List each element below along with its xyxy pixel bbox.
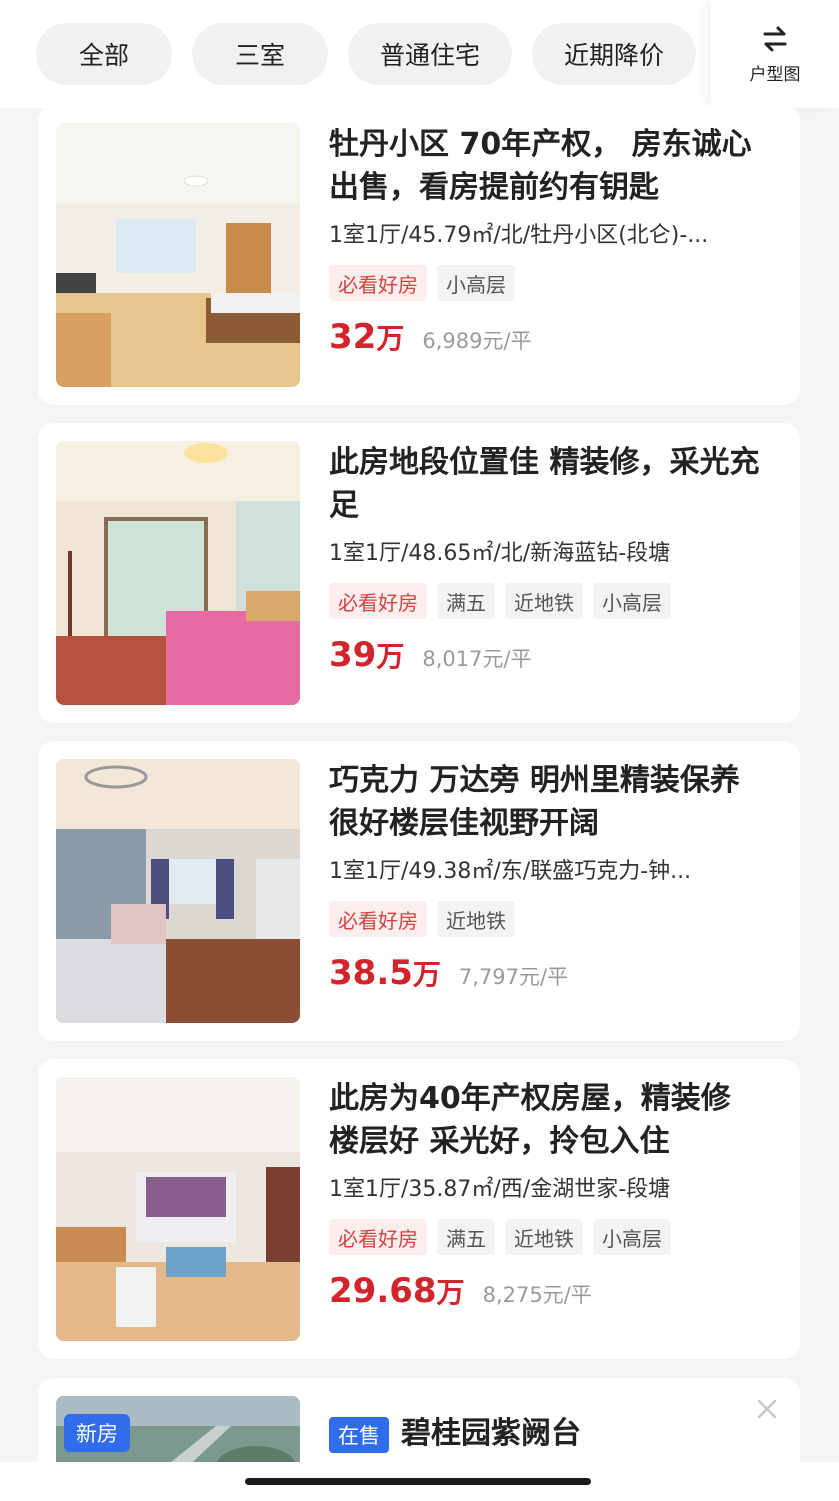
tag: 近地铁 (437, 901, 515, 937)
listing-title: 巧克力 万达旁 明州里精装保养很好楼层佳视野开阔 (329, 763, 740, 841)
listing-photo (56, 123, 300, 387)
filter-chip-ordinary-residence[interactable]: 普通住宅 (348, 23, 512, 85)
unit-price: 7,797元/平 (458, 965, 569, 989)
development-title-row: 在售 碧桂园紫阙台 (329, 1408, 769, 1453)
layout-toggle-button[interactable]: 户型图 (711, 0, 839, 108)
listing-tags: 必看好房 近地铁 (329, 901, 769, 937)
total-price: 29.68万 (329, 1271, 465, 1311)
listing-meta: 1室1厅/48.65㎡/北/新海蓝钻-段塘 (329, 541, 671, 566)
listing-card[interactable]: 此房为40年产权房屋，精装修 楼层好 采光好，拎包入住 1室1厅/35.87㎡/… (38, 1059, 800, 1359)
price-row: 38.5万 7,797元/平 (329, 953, 769, 993)
tag: 满五 (437, 1219, 495, 1255)
filter-chip-all[interactable]: 全部 (36, 23, 172, 85)
unit-price: 6,989元/平 (422, 329, 532, 353)
listing-photo (56, 1077, 300, 1341)
listing-tags: 必看好房 满五 近地铁 小高层 (329, 1219, 769, 1255)
tag: 近地铁 (505, 583, 583, 619)
tag-must-see: 必看好房 (329, 583, 427, 619)
total-price: 39万 (329, 635, 405, 675)
layout-toggle-label: 户型图 (749, 64, 801, 85)
listing-title: 此房为40年产权房屋，精装修 楼层好 采光好，拎包入住 (329, 1081, 731, 1159)
unit-price: 8,275元/平 (482, 1283, 592, 1307)
tag: 小高层 (437, 265, 515, 301)
listing-tags: 必看好房 满五 近地铁 小高层 (329, 583, 769, 619)
listing-photo (56, 441, 300, 705)
total-price: 32万 (329, 317, 405, 357)
tag-must-see: 必看好房 (329, 265, 427, 301)
price-row: 32万 6,989元/平 (329, 317, 769, 357)
new-home-badge: 新房 (64, 1414, 130, 1452)
home-indicator[interactable] (245, 1478, 591, 1485)
tag: 满五 (437, 583, 495, 619)
tag-must-see: 必看好房 (329, 901, 427, 937)
listing-card[interactable]: 牡丹小区 70年产权， 房东诚心出售，看房提前约有钥匙 1室1厅/45.79㎡/… (38, 105, 800, 405)
price-row: 39万 8,017元/平 (329, 635, 769, 675)
listing-title: 牡丹小区 70年产权， 房东诚心出售，看房提前约有钥匙 (329, 127, 752, 205)
tag-must-see: 必看好房 (329, 1219, 427, 1255)
listing-card[interactable]: 此房地段位置佳 精装修，采光充足 1室1厅/48.65㎡/北/新海蓝钻-段塘 必… (38, 423, 800, 723)
tag: 近地铁 (505, 1219, 583, 1255)
filter-chip-three-rooms[interactable]: 三室 (192, 23, 328, 85)
listing-meta: 1室1厅/35.87㎡/西/金湖世家-段塘 (329, 1177, 671, 1202)
listing-meta: 1室1厅/49.38㎡/东/联盛巧克力-钟... (329, 859, 692, 884)
listing-tags: 必看好房 小高层 (329, 265, 769, 301)
listing-card[interactable]: 巧克力 万达旁 明州里精装保养很好楼层佳视野开阔 1室1厅/49.38㎡/东/联… (38, 741, 800, 1041)
unit-price: 8,017元/平 (422, 647, 532, 671)
tag: 小高层 (593, 1219, 671, 1255)
filter-bar: 全部 三室 普通住宅 近期降价 户型图 (0, 0, 839, 108)
close-icon[interactable] (756, 1398, 778, 1420)
listing-meta: 1室1厅/45.79㎡/北/牡丹小区(北仑)-... (329, 223, 709, 248)
on-sale-badge: 在售 (329, 1416, 389, 1453)
total-price: 38.5万 (329, 953, 441, 993)
listing-title: 此房地段位置佳 精装修，采光充足 (329, 445, 760, 523)
tag: 小高层 (593, 583, 671, 619)
price-row: 29.68万 8,275元/平 (329, 1271, 769, 1311)
listing-photo (56, 759, 300, 1023)
filter-chip-recent-price-drop[interactable]: 近期降价 (532, 23, 696, 85)
swap-arrows-icon (763, 26, 787, 51)
system-home-bar (0, 1462, 839, 1501)
development-name: 碧桂园紫阙台 (401, 1416, 581, 1451)
